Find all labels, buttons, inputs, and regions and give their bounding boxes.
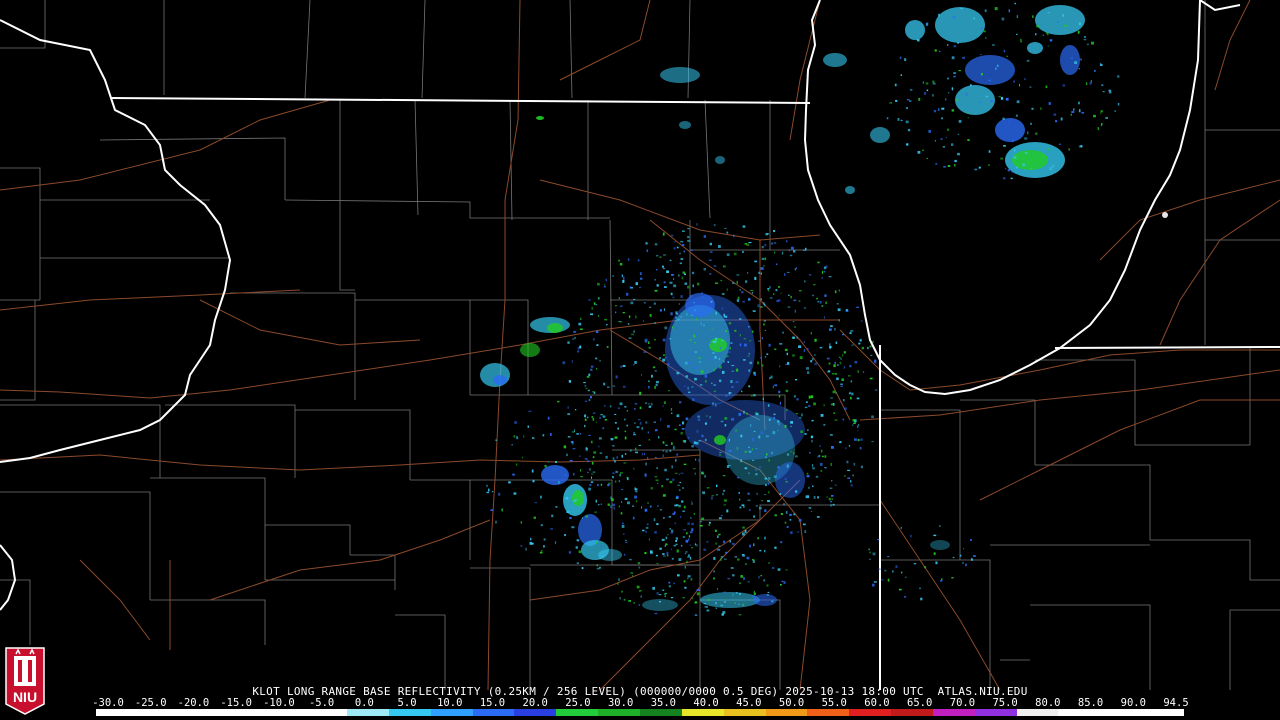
scale-label: 85.0 bbox=[1077, 697, 1104, 709]
scale-label: 45.0 bbox=[736, 697, 762, 709]
reflectivity-scale-labels: -30.0 -25.0 -20.0 -15.0 -10.0 -5.0 0.0 5.0 10.0 1… bbox=[92, 697, 1189, 709]
scale-swatch bbox=[1058, 709, 1101, 716]
scale-label: 90.0 bbox=[1120, 697, 1146, 709]
scale-swatch bbox=[974, 709, 1017, 716]
scale-swatch bbox=[598, 709, 640, 716]
scale-swatch bbox=[514, 709, 557, 716]
scale-label: 0.0 bbox=[354, 697, 374, 709]
scale-label: 75.0 bbox=[992, 697, 1018, 709]
scale-label: -10.0 bbox=[263, 697, 295, 709]
scale-label: 10.0 bbox=[437, 697, 463, 709]
scale-label: 80.0 bbox=[1035, 697, 1061, 709]
scale-swatch bbox=[430, 709, 473, 716]
scale-label: 25.0 bbox=[565, 697, 591, 709]
scale-swatch bbox=[137, 709, 180, 716]
scale-swatch bbox=[1100, 709, 1143, 716]
scale-swatch bbox=[807, 709, 850, 716]
scale-label: 50.0 bbox=[778, 697, 805, 709]
scale-swatch bbox=[932, 709, 975, 716]
scale-swatch bbox=[221, 709, 264, 716]
scale-swatch bbox=[556, 709, 599, 716]
scale-label: 5.0 bbox=[397, 697, 417, 709]
scale-label: -15.0 bbox=[220, 697, 252, 709]
scale-label: 20.0 bbox=[522, 697, 548, 709]
scale-label: 35.0 bbox=[650, 697, 677, 709]
scale-swatch bbox=[1016, 709, 1059, 716]
scale-swatch bbox=[1142, 709, 1184, 716]
scale-label: -25.0 bbox=[134, 697, 167, 709]
scale-swatch bbox=[849, 709, 892, 716]
scale-swatch bbox=[639, 709, 682, 716]
reflectivity-color-scale bbox=[96, 709, 1184, 716]
scale-swatch bbox=[347, 709, 389, 716]
scale-label: 30.0 bbox=[607, 697, 634, 709]
scale-label: -20.0 bbox=[177, 697, 210, 709]
scale-label: -5.0 bbox=[308, 697, 335, 709]
scale-label: 40.0 bbox=[693, 697, 719, 709]
scale-swatch bbox=[263, 709, 306, 716]
scale-swatch bbox=[891, 709, 933, 716]
radar-map: NIU bbox=[0, 0, 1280, 720]
scale-swatch bbox=[179, 709, 222, 716]
scale-label: 60.0 bbox=[864, 697, 890, 709]
scale-swatch bbox=[472, 709, 515, 716]
scale-label: 94.5 bbox=[1163, 697, 1189, 709]
scale-label: 70.0 bbox=[949, 697, 976, 709]
scale-label: -30.0 bbox=[92, 697, 124, 709]
scale-swatch bbox=[681, 709, 724, 716]
scale-swatch bbox=[388, 709, 431, 716]
scale-label: 65.0 bbox=[907, 697, 933, 709]
niu-logo: NIU bbox=[5, 647, 45, 715]
scale-label: 55.0 bbox=[821, 697, 847, 709]
scale-swatch bbox=[765, 709, 808, 716]
scale-swatch bbox=[96, 709, 138, 716]
scale-label: 15.0 bbox=[479, 697, 506, 709]
scale-swatch bbox=[723, 709, 766, 716]
scale-swatch bbox=[305, 709, 348, 716]
